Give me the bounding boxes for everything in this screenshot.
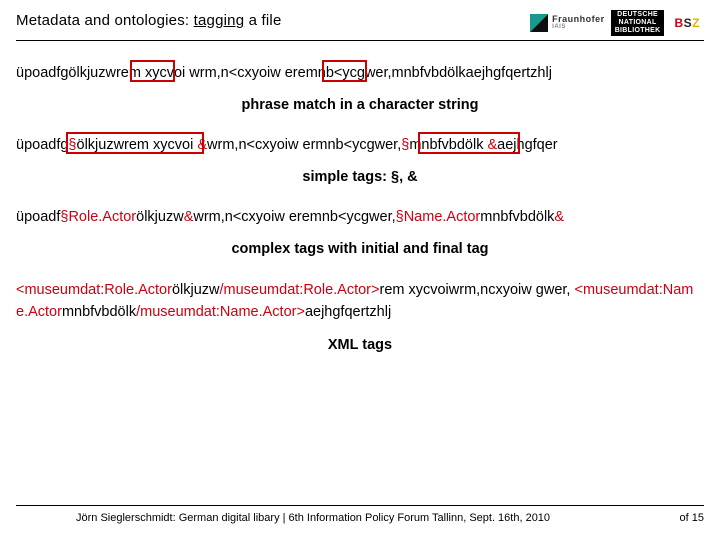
fraunhofer-subtext: IAIS [552, 23, 605, 31]
highlight-box-3 [66, 132, 204, 154]
header-rule [16, 40, 704, 41]
s3-r2: Name.Actor [404, 209, 481, 225]
title-text-b: tagging [194, 12, 245, 29]
fraunhofer-text: Fraunhofer [552, 15, 605, 23]
highlight-box-1 [130, 60, 175, 82]
s3-t4: mnbfvbdölk [480, 209, 554, 225]
bsz-logo: BSZ [670, 10, 704, 36]
section-xml-tags: < museumdat:Role.Actorölkjuzw/museumdat:R… [16, 279, 704, 353]
complex-tags-caption: complex tags with initial and final tag [16, 241, 704, 257]
s2-t3: wrm,n<cxyoiw ermnb<ycgwer, [207, 137, 401, 153]
header: Metadata and ontologies: tagging a file … [16, 12, 704, 36]
footer: Jörn Sieglerschmidt: German digital liba… [0, 505, 720, 524]
s4-t1: ölkjuzw [172, 282, 220, 298]
s3-t3: wrm,n<cxyoiw eremnb<ycgwer, [193, 209, 395, 225]
fraunhofer-logo: Fraunhofer IAIS [530, 10, 605, 36]
fraunhofer-icon [530, 14, 548, 32]
xml-tags-caption: XML tags [16, 337, 704, 353]
s4-c1: /museumdat:Role.Actor [220, 282, 372, 298]
dnb-logo: DEUTSCHE NATIONAL BIBLIOTHEK [611, 10, 665, 36]
xml-tags-text: < museumdat:Role.Actorölkjuzw/museumdat:R… [16, 282, 693, 320]
dnb-line3: BIBLIOTHEK [615, 27, 661, 35]
dnb-line1: DEUTSCHE [617, 11, 658, 19]
footer-page: of 15 [680, 512, 704, 524]
s4-t3: mnbfvbdölk [62, 304, 136, 320]
footer-credit: Jörn Sieglerschmidt: German digital liba… [16, 512, 550, 524]
s4-cl2: > [296, 304, 304, 320]
dnb-line2: NATIONAL [619, 19, 657, 27]
s2-t1: üpoadfg [16, 137, 68, 153]
complex-tags-text: üpoadf§Role.Actorölkjuzw&wrm,n<cxyoiw er… [16, 209, 564, 225]
title-text-c: a file [244, 12, 281, 29]
s4-c2: /museumdat:Name.Actor [136, 304, 296, 320]
phrase-match-text: üpoadfgölkjuzwrem xycvoi wrm,n<cxyoiw er… [16, 65, 552, 81]
s3-m3: § [396, 209, 404, 225]
s4-t2: rem xycvoiwrm,ncxyoiw gwer, [379, 282, 574, 298]
s3-r1: Role.Actor [68, 209, 136, 225]
logo-bar: Fraunhofer IAIS DEUTSCHE NATIONAL BIBLIO… [522, 10, 704, 36]
s3-t2: ölkjuzw [136, 209, 184, 225]
s3-t1: üpoadf [16, 209, 60, 225]
s4-o2: < [574, 282, 582, 298]
section-phrase-match: üpoadfgölkjuzwrem xycvoi wrm,n<cxyoiw er… [16, 63, 704, 113]
s4-tag1: museumdat:Role.Actor [24, 282, 171, 298]
highlight-box-4 [418, 132, 520, 154]
section-simple-tags: üpoadfg§ölkjuzwrem xycvoi &wrm,n<cxyoiw … [16, 135, 704, 185]
simple-tags-caption: simple tags: §, & [16, 169, 704, 185]
section-complex-tags: üpoadf§Role.Actorölkjuzw&wrm,n<cxyoiw er… [16, 207, 704, 257]
phrase-match-caption: phrase match in a character string [16, 97, 704, 113]
s4-t4: aejhgfqertzhlj [305, 304, 391, 320]
page-title: Metadata and ontologies: tagging a file [16, 12, 522, 33]
footer-rule [16, 505, 704, 506]
highlight-box-2 [322, 60, 367, 82]
s3-m4: & [554, 209, 564, 225]
s3-m2: & [184, 209, 194, 225]
title-text-a: Metadata and ontologies: [16, 12, 194, 29]
